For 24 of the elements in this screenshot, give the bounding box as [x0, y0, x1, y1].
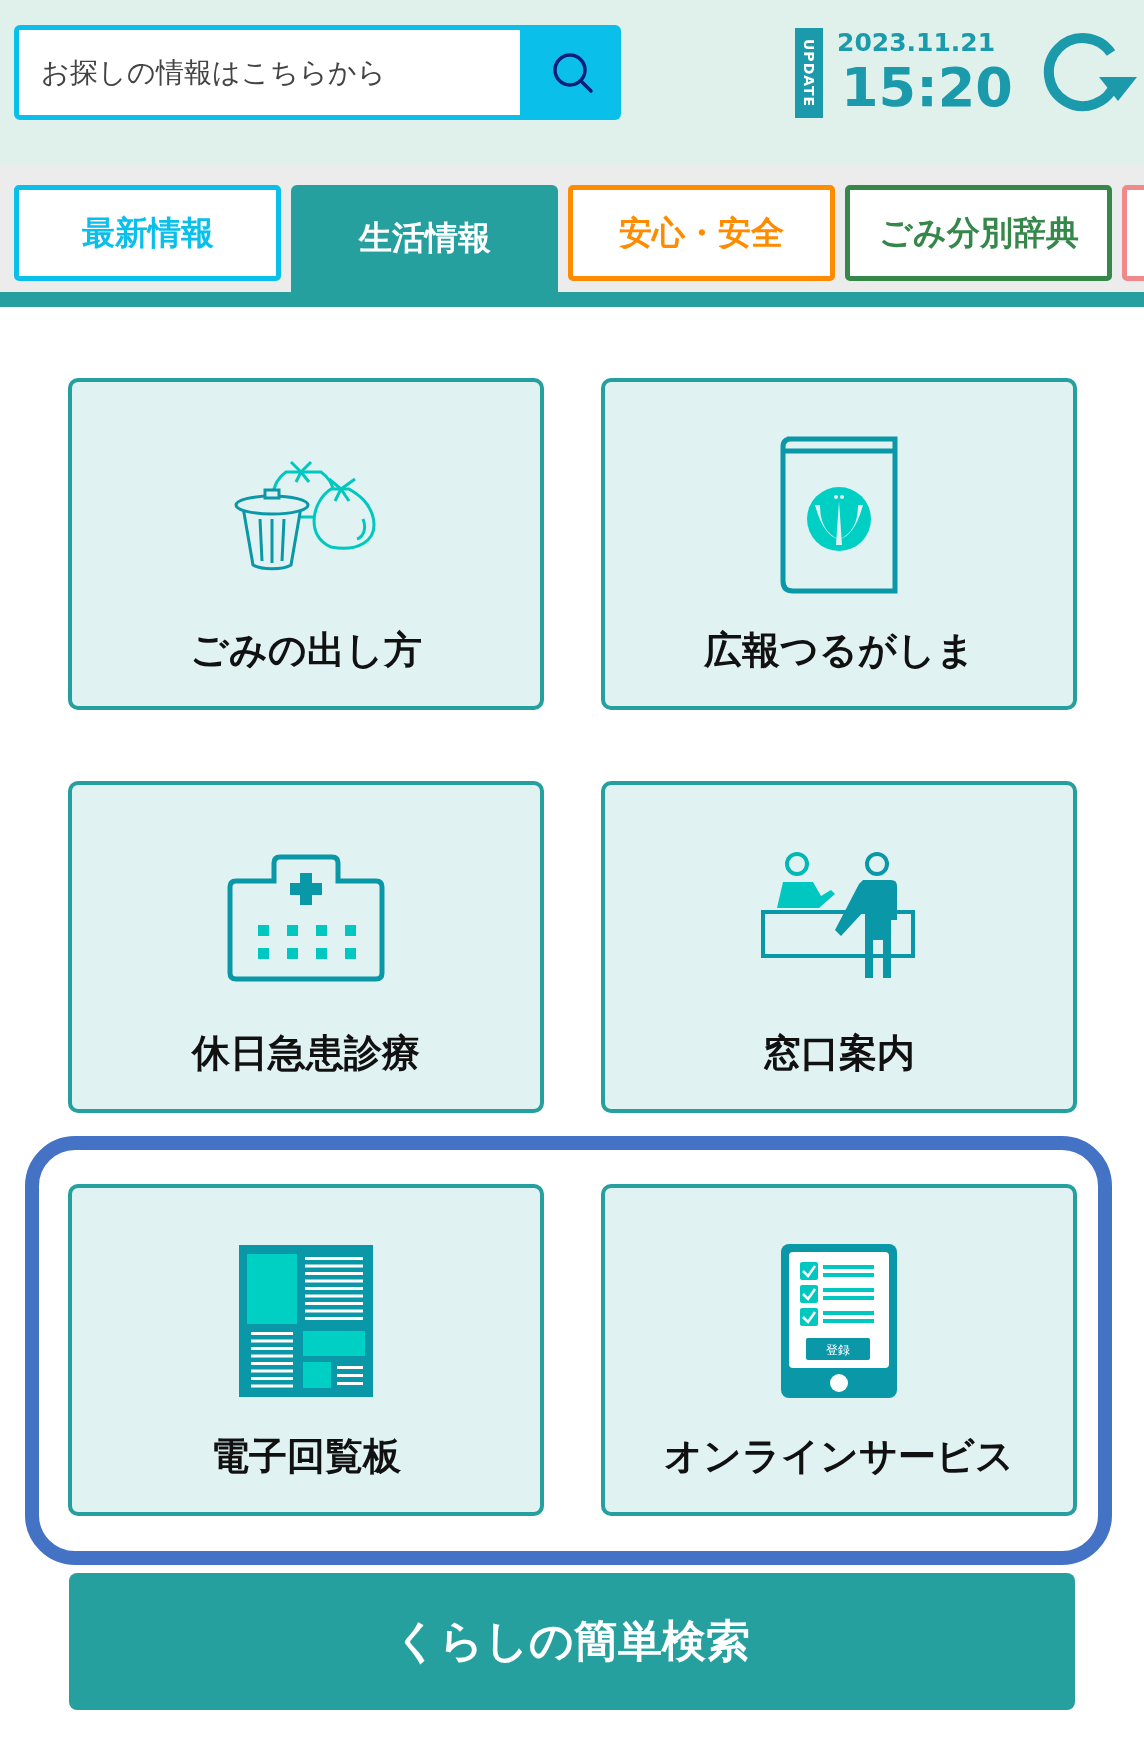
card-label: オンラインサービス [664, 1433, 1014, 1480]
tab[interactable]: ごみ分別辞典 [845, 185, 1112, 281]
update-date: 2023.11.21 [837, 28, 996, 58]
menu-card[interactable]: ごみの出し方 [68, 378, 544, 710]
search-field[interactable]: お探しの情報はこちらから [14, 25, 525, 120]
menu-card[interactable]: 休日急患診療 [68, 781, 544, 1113]
card-label: 広報つるがしま [703, 627, 975, 674]
menu-card[interactable]: 広報つるがしま [601, 378, 1077, 710]
menu-card[interactable]: 窓口案内 [601, 781, 1077, 1113]
card-label: 電子回覧板 [211, 1433, 401, 1480]
register-label: 登録 [826, 1342, 850, 1357]
search-button[interactable] [525, 25, 621, 120]
newspaper-icon [239, 1244, 373, 1397]
card-label: ごみの出し方 [190, 627, 422, 674]
magazine-icon [778, 434, 900, 595]
tablet-form-icon [781, 1243, 897, 1398]
card-label: 休日急患診療 [192, 1030, 420, 1077]
menu-card[interactable]: 登録 オンラインサービス [601, 1184, 1077, 1516]
search-icon [551, 50, 595, 95]
update-time: 15:20 [841, 58, 1013, 118]
card-label: 窓口案内 [763, 1030, 915, 1077]
hospital-icon [226, 852, 386, 983]
update-badge: UPDATE [795, 28, 823, 118]
menu-card[interactable]: 電子回覧板 [68, 1184, 544, 1516]
